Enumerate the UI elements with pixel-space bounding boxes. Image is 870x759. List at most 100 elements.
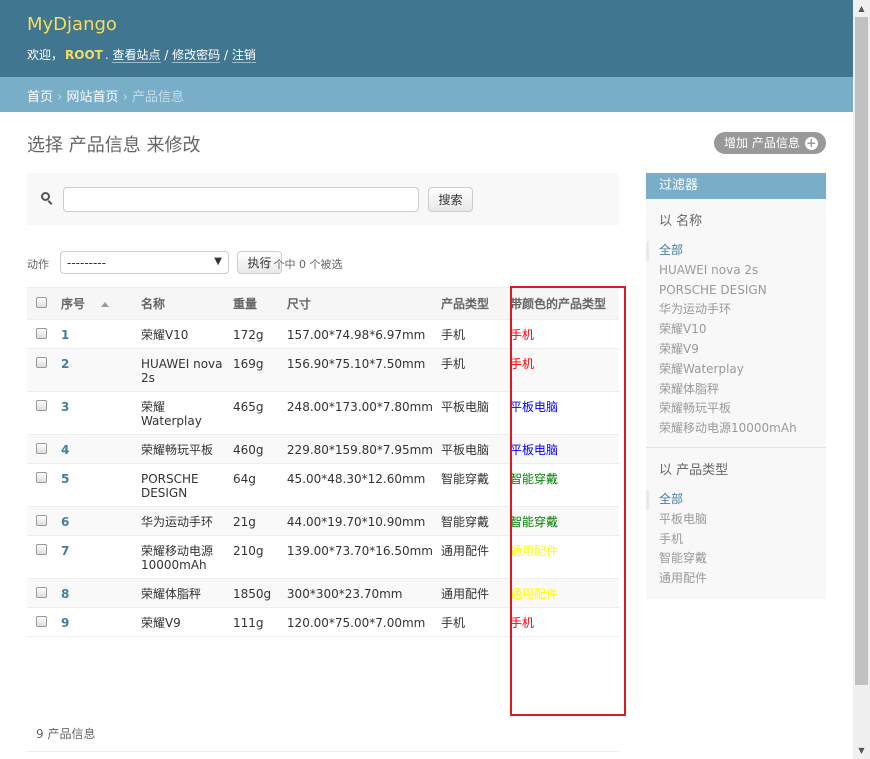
- row-link[interactable]: 8: [61, 587, 69, 601]
- row-link[interactable]: 1: [61, 328, 69, 342]
- table-header-row: 序号 名称 重量 尺寸 产品类型 带颜色的产品类型: [27, 287, 619, 320]
- cell-name: 华为运动手环: [136, 506, 229, 536]
- table-row: 5 PORSCHE DESIGN 64g 45.00*48.30*12.60mm 智能穿…: [27, 463, 619, 507]
- filter-item[interactable]: 通用配件: [659, 569, 813, 589]
- row-checkbox[interactable]: [36, 400, 48, 411]
- filter-item[interactable]: PORSCHE DESIGN: [659, 281, 813, 301]
- breadcrumb-separator: ›: [53, 90, 67, 105]
- cell-colored-type-text: 通用配件: [509, 544, 558, 558]
- cell-type-text: 手机: [441, 328, 466, 342]
- filter-item[interactable]: 荣耀Waterplay: [659, 360, 813, 380]
- table-row: 9 荣耀V9 111g 120.00*75.00*7.00mm 手机 手机: [27, 607, 619, 637]
- filter-item[interactable]: 荣耀V10: [659, 320, 813, 340]
- column-header-id[interactable]: 序号: [56, 287, 137, 320]
- column-header-size[interactable]: 尺寸: [282, 287, 437, 320]
- cell-size-text: 44.00*19.70*10.90mm: [286, 515, 426, 529]
- cell-weight-text: 210g: [232, 544, 264, 558]
- cell-colored-type: 通用配件: [505, 578, 619, 608]
- row-link[interactable]: 2: [61, 357, 69, 371]
- search-button[interactable]: 搜索: [428, 187, 473, 212]
- breadcrumb-current: 产品信息: [131, 90, 184, 105]
- filter-item[interactable]: 智能穿戴: [659, 549, 813, 569]
- row-link[interactable]: 9: [61, 616, 69, 630]
- search-input[interactable]: [63, 187, 419, 212]
- cell-name-text: 荣耀体脂秤: [140, 587, 201, 601]
- filter-item[interactable]: 荣耀体脂秤: [659, 380, 813, 400]
- logout-link[interactable]: 注销: [231, 48, 256, 63]
- filter-item[interactable]: 荣耀移动电源10000mAh: [659, 419, 813, 439]
- cell-size: 248.00*173.00*7.80mm: [282, 391, 437, 435]
- scroll-up-icon[interactable]: ▲: [853, 0, 870, 17]
- action-select[interactable]: --------- ▼: [60, 251, 229, 274]
- cell-id: 1: [56, 319, 137, 349]
- change-password-link[interactable]: 修改密码: [172, 48, 221, 63]
- cell-name: PORSCHE DESIGN: [136, 463, 229, 507]
- cell-weight: 172g: [228, 319, 283, 349]
- cell-type: 智能穿戴: [437, 506, 506, 536]
- row-link[interactable]: 6: [61, 515, 69, 529]
- cell-type: 手机: [437, 607, 506, 637]
- row-link[interactable]: 3: [61, 400, 69, 414]
- column-header-name[interactable]: 名称: [136, 287, 229, 320]
- cell-type-text: 通用配件: [441, 544, 490, 558]
- cell-colored-type-text: 通用配件: [509, 587, 558, 601]
- add-product-button[interactable]: 增加 产品信息 +: [714, 132, 826, 154]
- cell-colored-type: 平板电脑: [505, 434, 619, 464]
- cell-name: 荣耀移动电源10000mAh: [136, 535, 229, 579]
- breadcrumb-separator: ›: [118, 90, 132, 105]
- scroll-down-icon[interactable]: ▼: [853, 742, 870, 759]
- filter-panel: 过滤器 以 名称 全部 HUAWEI nova 2s PORSCHE DESIGN 华…: [646, 173, 826, 599]
- table-row: 3 荣耀 Waterplay 465g 248.00*173.00*7.80mm 平板电…: [27, 391, 619, 435]
- cell-weight: 111g: [228, 607, 283, 637]
- cell-type: 手机: [437, 319, 506, 349]
- cell-id: 4: [56, 434, 137, 464]
- row-link[interactable]: 5: [61, 472, 69, 486]
- row-checkbox[interactable]: [36, 443, 48, 454]
- cell-type: 通用配件: [437, 535, 506, 579]
- row-checkbox[interactable]: [36, 616, 48, 627]
- scrollbar[interactable]: ▲ ▼: [853, 0, 870, 759]
- column-header-type[interactable]: 产品类型: [437, 287, 506, 320]
- selection-counter: 9 个中 0 个被选: [263, 258, 343, 271]
- filter-item[interactable]: HUAWEI nova 2s: [659, 261, 813, 281]
- cell-weight-text: 172g: [232, 328, 264, 342]
- cell-name-text: 荣耀 Waterplay: [140, 400, 202, 428]
- filter-item[interactable]: 荣耀V9: [659, 340, 813, 360]
- cell-weight: 210g: [228, 535, 283, 579]
- scrollbar-thumb[interactable]: [855, 17, 868, 685]
- filter-item[interactable]: 华为运动手环: [659, 300, 813, 320]
- sort-ascending-icon[interactable]: [101, 302, 109, 307]
- filter-item[interactable]: 手机: [659, 530, 813, 550]
- cell-size: 44.00*19.70*10.90mm: [282, 506, 437, 536]
- filter-item[interactable]: 平板电脑: [659, 510, 813, 530]
- header: MyDjango 欢迎， ROOT. 查看站点 / 修改密码 / 注销: [0, 0, 853, 77]
- row-select-checkbox-cell: [27, 578, 57, 608]
- filter-heading-name: 以 名称: [659, 214, 703, 229]
- column-header-weight[interactable]: 重量: [228, 287, 283, 320]
- cell-id: 8: [56, 578, 137, 608]
- cell-weight-text: 169g: [232, 357, 264, 371]
- filter-item[interactable]: 全部: [646, 241, 813, 261]
- filter-item[interactable]: 全部: [646, 489, 813, 510]
- row-link[interactable]: 7: [61, 544, 69, 558]
- cell-colored-type-text: 平板电脑: [509, 400, 558, 414]
- row-checkbox[interactable]: [36, 587, 48, 598]
- cell-type-text: 智能穿戴: [441, 472, 490, 486]
- row-select-checkbox-cell: [27, 463, 57, 507]
- page-title: 选择 产品信息 来修改: [27, 135, 201, 156]
- site-name[interactable]: MyDjango: [27, 14, 117, 35]
- view-site-link[interactable]: 查看站点: [112, 48, 161, 63]
- filter-item[interactable]: 荣耀畅玩平板: [659, 399, 813, 419]
- row-checkbox[interactable]: [36, 357, 48, 368]
- breadcrumb-app[interactable]: 网站首页: [66, 90, 118, 105]
- row-checkbox[interactable]: [36, 515, 48, 526]
- breadcrumb-home[interactable]: 首页: [27, 90, 53, 105]
- cell-weight: 465g: [228, 391, 283, 435]
- row-checkbox[interactable]: [36, 472, 48, 483]
- select-all-checkbox[interactable]: [36, 296, 48, 308]
- cell-weight: 460g: [228, 434, 283, 464]
- row-link[interactable]: 4: [61, 443, 69, 457]
- row-checkbox[interactable]: [36, 328, 48, 339]
- row-checkbox[interactable]: [36, 544, 48, 555]
- cell-type-text: 平板电脑: [441, 443, 490, 457]
